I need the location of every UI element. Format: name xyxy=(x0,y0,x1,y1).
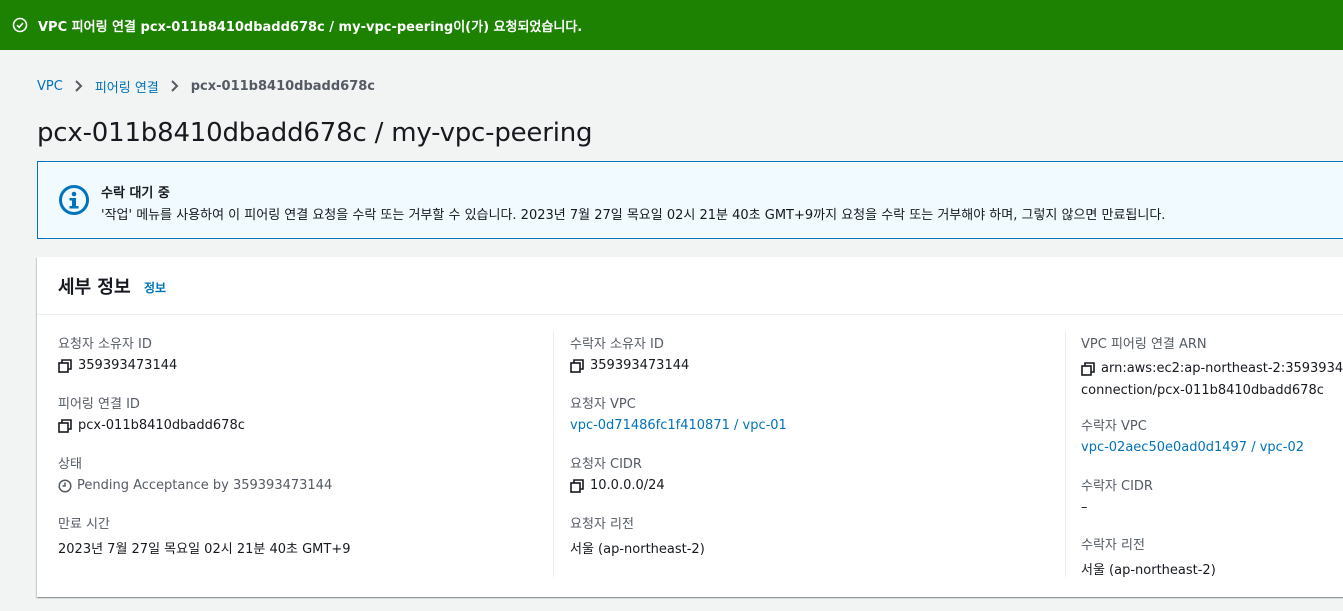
field-label: 수락자 리전 xyxy=(1081,538,1145,553)
accepter-region-value: 서울 (ap-northeast-2) xyxy=(1081,563,1216,578)
field-label: 요청자 소유자 ID xyxy=(58,337,152,352)
copy-icon[interactable] xyxy=(570,358,584,373)
page-title: pcx-011b8410dbadd678c / my-vpc-peering xyxy=(37,118,593,148)
requester-cidr-field: 요청자 CIDR 10.0.0.0/24 xyxy=(570,453,665,493)
details-column-2: 수락자 소유자 ID 359393473144 요청자 VPC vpc-0d71… xyxy=(570,315,1060,597)
pending-acceptance-alert: 수락 대기 중 '작업' 메뉴를 사용하여 이 피어링 연결 요청을 수락 또는… xyxy=(37,161,1343,239)
breadcrumb-vpc-link[interactable]: VPC xyxy=(37,79,63,94)
copy-icon[interactable] xyxy=(58,418,72,433)
requester-region-field: 요청자 리전 서울 (ap-northeast-2) xyxy=(570,513,705,557)
status-badge: Pending Acceptance by 359393473144 xyxy=(77,478,333,493)
column-divider xyxy=(553,331,554,577)
flash-message: VPC 피어링 연결 pcx-011b8410dbadd678c / my-vp… xyxy=(38,19,583,35)
field-label: 요청자 CIDR xyxy=(570,457,642,472)
field-label: VPC 피어링 연결 ARN xyxy=(1081,337,1207,352)
accepter-owner-id-field: 수락자 소유자 ID 359393473144 xyxy=(570,333,689,373)
copy-icon[interactable] xyxy=(58,358,72,373)
status-field: 상태 Pending Acceptance by 359393473144 xyxy=(58,453,332,493)
field-label: 상태 xyxy=(58,457,82,472)
field-label: 피어링 연결 ID xyxy=(58,397,140,412)
breadcrumb-current: pcx-011b8410dbadd678c xyxy=(190,78,376,94)
requester-cidr-value: 10.0.0.0/24 xyxy=(590,478,665,493)
breadcrumb-peering-link[interactable]: 피어링 연결 xyxy=(95,77,159,96)
field-value: Pending Acceptance by 359393473144 xyxy=(58,478,332,493)
peering-connection-id-field: 피어링 연결 ID pcx-011b8410dbadd678c xyxy=(58,393,245,433)
peering-connection-arn-field: VPC 피어링 연결 ARN arn:aws:ec2:ap-northeast-… xyxy=(1081,333,1343,402)
field-value: arn:aws:ec2:ap-northeast-2:359393473144:… xyxy=(1081,358,1343,402)
arn-value-line-2: connection/pcx-011b8410dbadd678c xyxy=(1081,383,1324,398)
success-flashbar: VPC 피어링 연결 pcx-011b8410dbadd678c / my-vp… xyxy=(0,0,1343,50)
copy-icon[interactable] xyxy=(570,478,584,493)
field-value: 359393473144 xyxy=(58,358,177,373)
expiration-time-field: 만료 시간 2023년 7월 27일 목요일 02시 21분 40초 GMT+9 xyxy=(58,513,350,557)
accepter-cidr-field: 수락자 CIDR – xyxy=(1081,475,1153,515)
field-label: 요청자 VPC xyxy=(570,397,636,412)
expiration-time-value: 2023년 7월 27일 목요일 02시 21분 40초 GMT+9 xyxy=(58,542,351,557)
info-icon xyxy=(58,184,90,216)
details-panel: 세부 정보 정보 요청자 소유자 ID 359393473144 피어링 연결 … xyxy=(37,257,1343,597)
info-link[interactable]: 정보 xyxy=(144,279,166,296)
field-label: 수락자 CIDR xyxy=(1081,479,1153,494)
arn-value-line-1: arn:aws:ec2:ap-northeast-2:359393473144:… xyxy=(1101,361,1343,376)
accepter-region-field: 수락자 리전 서울 (ap-northeast-2) xyxy=(1081,534,1216,578)
requester-region-value: 서울 (ap-northeast-2) xyxy=(570,542,705,557)
alert-title: 수락 대기 중 xyxy=(101,186,170,201)
requester-vpc-link[interactable]: vpc-0d71486fc1f410871 / vpc-01 xyxy=(570,418,787,433)
chevron-right-icon xyxy=(71,78,87,94)
check-circle-icon xyxy=(12,17,28,33)
field-label: 수락자 소유자 ID xyxy=(570,337,664,352)
field-label: 만료 시간 xyxy=(58,517,110,532)
accepter-cidr-value: – xyxy=(1081,500,1088,515)
field-value: 359393473144 xyxy=(570,358,689,373)
field-value: pcx-011b8410dbadd678c xyxy=(58,418,245,433)
peering-connection-id-value: pcx-011b8410dbadd678c xyxy=(78,418,245,433)
field-label: 수락자 VPC xyxy=(1081,419,1147,434)
accepter-vpc-field: 수락자 VPC vpc-02aec50e0ad0d1497 / vpc-02 xyxy=(1081,415,1304,455)
column-divider xyxy=(1065,331,1066,577)
details-column-3: VPC 피어링 연결 ARN arn:aws:ec2:ap-northeast-… xyxy=(1081,315,1343,597)
accepter-owner-id-value: 359393473144 xyxy=(590,358,690,373)
accepter-vpc-link[interactable]: vpc-02aec50e0ad0d1497 / vpc-02 xyxy=(1081,440,1304,455)
field-label: 요청자 리전 xyxy=(570,517,634,532)
alert-body: '작업' 메뉴를 사용하여 이 피어링 연결 요청을 수락 또는 거부할 수 있… xyxy=(101,208,1166,223)
details-panel-header: 세부 정보 정보 xyxy=(37,257,1343,315)
requester-vpc-field: 요청자 VPC vpc-0d71486fc1f410871 / vpc-01 xyxy=(570,393,787,433)
field-value: 10.0.0.0/24 xyxy=(570,478,665,493)
clock-icon xyxy=(58,478,72,493)
details-column-1: 요청자 소유자 ID 359393473144 피어링 연결 ID pcx-01… xyxy=(58,315,548,597)
chevron-right-icon xyxy=(167,78,183,94)
copy-icon[interactable] xyxy=(1081,362,1095,376)
breadcrumb: VPC 피어링 연결 pcx-011b8410dbadd678c xyxy=(37,76,375,96)
requester-owner-id-value: 359393473144 xyxy=(78,358,178,373)
requester-owner-id-field: 요청자 소유자 ID 359393473144 xyxy=(58,333,177,373)
details-title: 세부 정보 xyxy=(58,277,131,298)
